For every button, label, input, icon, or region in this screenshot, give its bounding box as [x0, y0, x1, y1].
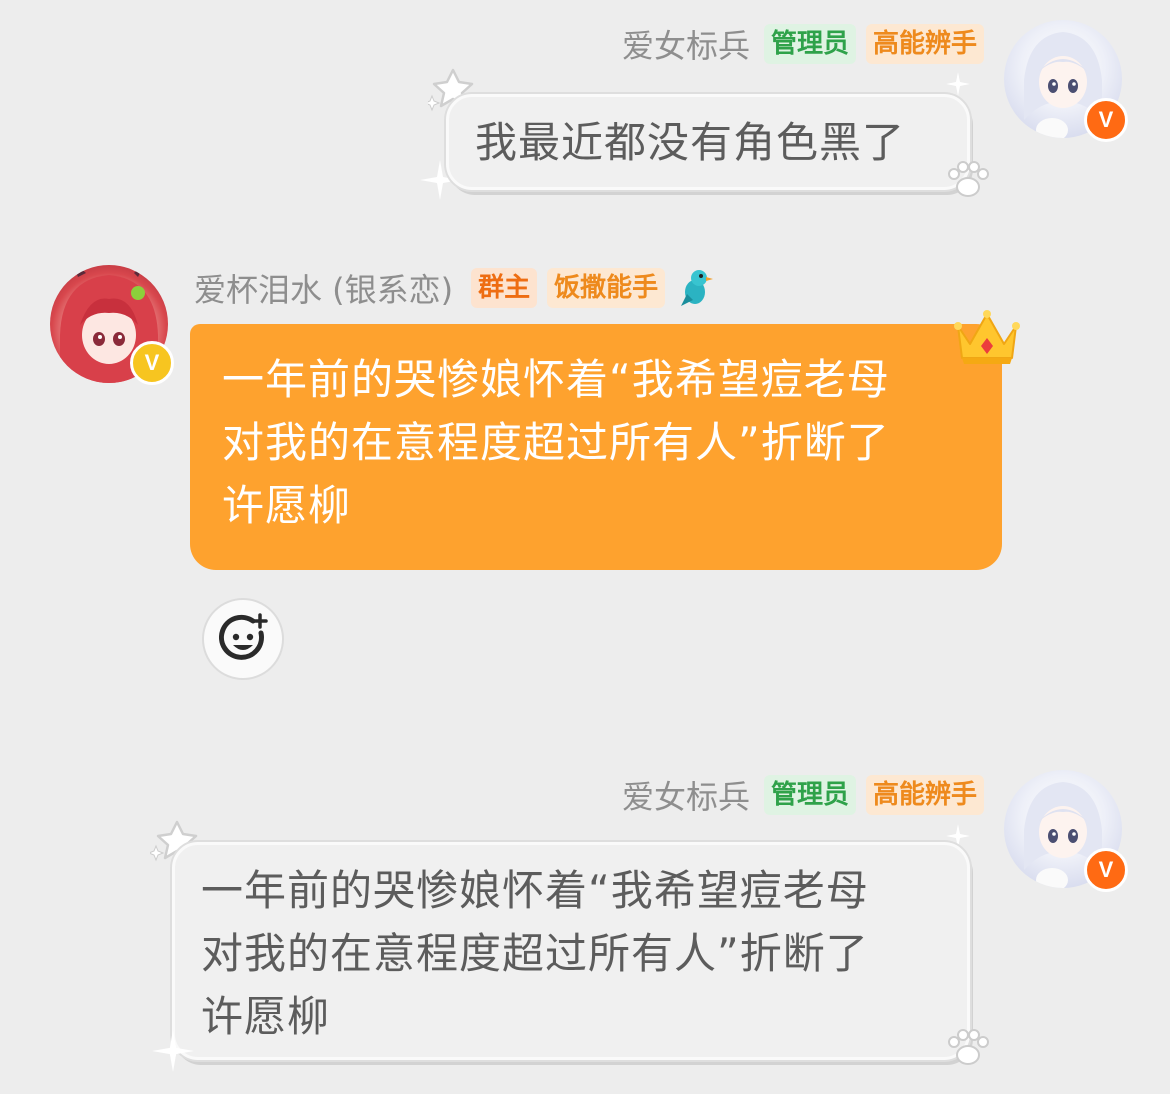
message-bubble[interactable]: 我最近都没有角色黑了	[446, 94, 970, 190]
message-header: 爱女标兵 管理员 高能辨手	[622, 22, 984, 66]
title-badge: 高能辨手	[865, 24, 984, 64]
paw-icon	[948, 161, 989, 197]
message-bubble[interactable]: 一年前的哭惨娘怀着“我希望痘老母 对我的在意程度超过所有人”折断了 许愿柳	[172, 842, 970, 1060]
username[interactable]: 爱女标兵	[622, 772, 750, 818]
sparkle-icon	[946, 72, 970, 96]
add-reaction-button[interactable]	[202, 598, 284, 680]
avatar[interactable]: V	[50, 265, 174, 385]
owner-badge: 群主	[471, 268, 538, 308]
bird-icon	[679, 268, 714, 308]
message-text: 一年前的哭惨娘怀着“我希望痘老母 对我的在意程度超过所有人”折断了 许愿柳	[201, 866, 869, 1041]
admin-badge: 管理员	[763, 24, 856, 64]
username[interactable]: 爱杯泪水 (银系恋)	[194, 265, 453, 311]
avatar[interactable]: V	[1004, 770, 1128, 892]
verified-badge: V	[130, 341, 174, 385]
sparkle-icon	[152, 1030, 194, 1072]
verified-badge: V	[1084, 848, 1128, 892]
message-text: 一年前的哭惨娘怀着“我希望痘老母 对我的在意程度超过所有人”折断了 许愿柳	[222, 355, 890, 530]
message-header: 爱杯泪水 (银系恋) 群主 饭撒能手	[194, 265, 714, 311]
title-badge: 高能辨手	[865, 775, 984, 815]
title-badge: 饭撒能手	[547, 268, 666, 308]
admin-badge: 管理员	[763, 775, 856, 815]
avatar[interactable]: V	[1004, 20, 1128, 142]
add-emoji-icon	[218, 613, 268, 660]
crown-icon	[954, 310, 1020, 364]
username[interactable]: 爱女标兵	[622, 21, 750, 67]
message-bubble[interactable]: 一年前的哭惨娘怀着“我希望痘老母 对我的在意程度超过所有人”折断了 许愿柳	[190, 324, 1002, 570]
message-text: 我最近都没有角色黑了	[475, 118, 906, 167]
message-header: 爱女标兵 管理员 高能辨手	[622, 773, 984, 817]
paw-icon	[948, 1029, 989, 1065]
verified-badge: V	[1084, 98, 1128, 142]
